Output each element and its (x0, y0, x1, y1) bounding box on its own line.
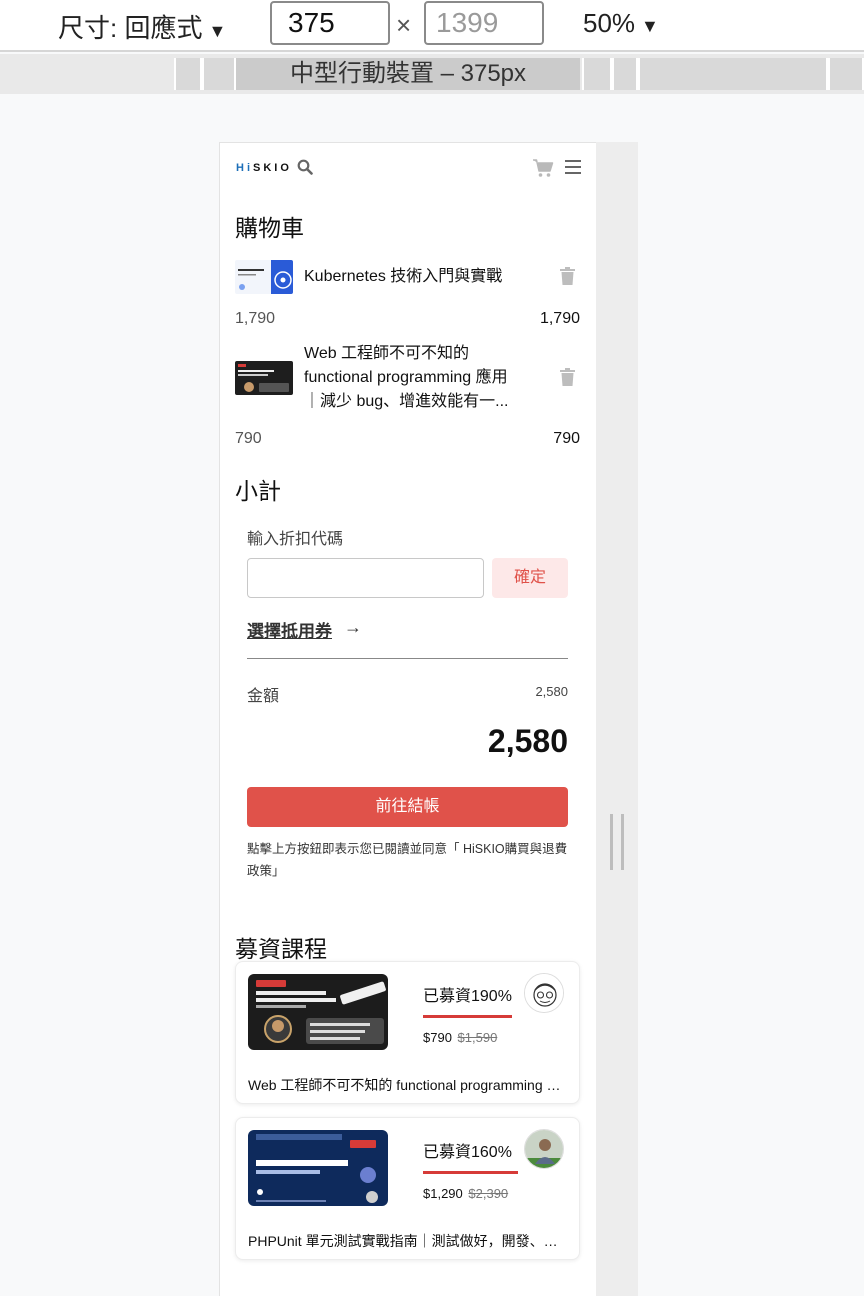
media-query-segment[interactable] (174, 58, 202, 90)
logo-hi: Hi (236, 162, 253, 174)
menu-icon[interactable] (565, 160, 581, 174)
course-card[interactable]: 已募資160% $1,290 $2,390 PHPUnit 單元測試實戰指南｜測… (235, 1117, 580, 1260)
media-query-active[interactable]: 中型行動裝置 – 375px (236, 58, 580, 90)
cart-item-title[interactable]: Web 工程師不可不知的 functional programming 應用｜減… (304, 342, 516, 414)
logo-text: SKIO (253, 162, 292, 174)
original-price: $1,590 (457, 1030, 498, 1045)
devtools-toolbar: 尺寸: 回應式 ▼ 375 × 1399 50% ▼ (0, 0, 864, 52)
crowdfunding-heading: 募資課程 (235, 936, 327, 962)
course-price: $790 $1,590 (423, 1030, 497, 1045)
height-input[interactable]: 1399 (424, 1, 544, 45)
sale-price: $790 (423, 1030, 452, 1045)
chevron-down-icon: ▼ (208, 21, 227, 41)
cart-item-price: 1,790 (235, 310, 276, 327)
instructor-avatar[interactable] (524, 1129, 564, 1169)
media-query-segment[interactable] (828, 58, 864, 90)
cart-item-subtotal: 1,790 (539, 310, 580, 327)
divider (247, 658, 568, 659)
coupon-label: 輸入折扣代碼 (247, 531, 344, 548)
site-header: HiSKIO (220, 143, 596, 193)
amount-label: 金額 (247, 688, 280, 705)
course-card[interactable]: 已募資190% $790 $1,590 Web 工程師不可不知的 functio… (235, 961, 580, 1104)
media-query-bar: 中型行動裝置 – 375px (0, 54, 864, 94)
dimensions-dropdown[interactable]: 尺寸: 回應式 ▼ (58, 8, 226, 45)
select-voucher-link[interactable]: 選擇抵用券 (247, 617, 332, 642)
arrow-right-icon[interactable]: → (344, 617, 362, 638)
width-input[interactable]: 375 (270, 1, 390, 45)
cart-item-thumbnail[interactable] (235, 361, 293, 395)
cart-item-title[interactable]: Kubernetes 技術入門與實戰 (304, 265, 516, 289)
chevron-down-icon: ▼ (641, 16, 659, 36)
cart-item-subtotal: 790 (553, 430, 580, 447)
cart-heading: 購物車 (235, 215, 304, 241)
device-gutter (596, 142, 638, 1296)
zoom-value: 50% (583, 8, 636, 38)
site-logo[interactable]: HiSKIO (236, 162, 292, 174)
resize-handle[interactable] (610, 814, 624, 870)
course-price: $1,290 $2,390 (423, 1186, 508, 1201)
amount-value: 2,580 (535, 684, 568, 699)
coupon-input[interactable] (247, 558, 484, 598)
funding-percentage: 已募資160% (423, 1144, 512, 1161)
cart-icon[interactable] (532, 158, 554, 178)
checkout-button[interactable]: 前往結帳 (247, 787, 568, 827)
trash-icon[interactable] (560, 368, 575, 386)
course-thumbnail[interactable] (248, 974, 388, 1050)
media-query-segment[interactable] (638, 58, 828, 90)
funding-percentage: 已募資190% (423, 988, 512, 1005)
times-icon: × (396, 10, 412, 40)
funding-progress-bar (423, 1015, 512, 1018)
total-amount: 2,580 (487, 723, 568, 759)
media-query-segment[interactable] (202, 58, 236, 90)
trash-icon[interactable] (560, 267, 575, 285)
funding-progress-bar (423, 1171, 518, 1174)
zoom-dropdown[interactable]: 50% ▼ (583, 8, 659, 39)
cart-item-price: 790 (235, 430, 262, 447)
subtotal-heading: 小計 (235, 478, 281, 504)
confirm-coupon-button[interactable]: 確定 (492, 558, 568, 598)
sale-price: $1,290 (423, 1186, 463, 1201)
original-price: $2,390 (468, 1186, 509, 1201)
course-thumbnail[interactable] (248, 1130, 388, 1206)
cart-item-thumbnail[interactable] (235, 260, 293, 294)
search-icon[interactable] (297, 159, 313, 175)
device-viewport: HiSKIO 購物車 Kubernetes 技術入門與實戰 1,790 1,79… (219, 142, 596, 1296)
media-query-segment[interactable] (612, 58, 638, 90)
course-title[interactable]: Web 工程師不可不知的 functional programming 應用｜減… (248, 1075, 568, 1095)
course-title[interactable]: PHPUnit 單元測試實戰指南｜測試做好，開發、維護都安心 (248, 1231, 568, 1251)
media-query-segment[interactable] (582, 58, 612, 90)
terms-notice: 點擊上方按鈕即表示您已閱讀並同意「 HiSKIO購買與退費政策」 (247, 842, 568, 878)
instructor-avatar[interactable] (524, 973, 564, 1013)
dimensions-label: 尺寸: 回應式 (58, 13, 203, 43)
